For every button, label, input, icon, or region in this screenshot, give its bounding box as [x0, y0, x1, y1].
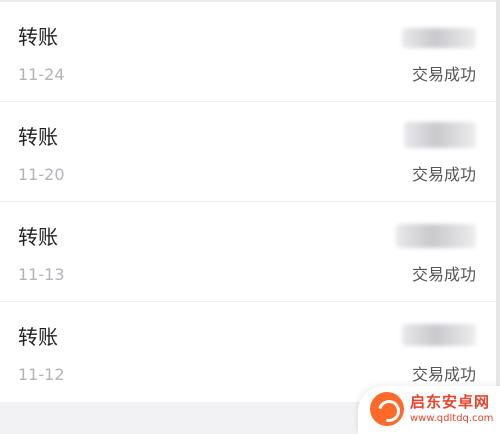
- watermark-logo-icon: [370, 392, 404, 426]
- transaction-date: 11-13: [18, 265, 65, 284]
- transaction-title: 转账: [18, 325, 58, 349]
- transaction-row[interactable]: 转账 11-24 交易成功: [0, 2, 500, 102]
- transaction-title: 转账: [18, 225, 58, 249]
- amount-blurred: [404, 122, 476, 148]
- watermark-name: 启东安卓网: [410, 393, 491, 411]
- transaction-history-page: 转账 11-24 交易成功 转账 11-20 交易成功 转账 11-13 交易成…: [0, 0, 500, 434]
- transaction-list: 转账 11-24 交易成功 转账 11-20 交易成功 转账 11-13 交易成…: [0, 0, 500, 402]
- transaction-date: 11-20: [18, 165, 65, 184]
- amount-blurred: [402, 324, 476, 346]
- transaction-title: 转账: [18, 25, 58, 49]
- amount-blurred: [396, 224, 476, 248]
- amount-blurred: [402, 28, 476, 48]
- transaction-row[interactable]: 转账 11-20 交易成功: [0, 102, 500, 202]
- transaction-date: 11-12: [18, 365, 65, 384]
- transaction-status: 交易成功: [411, 265, 476, 284]
- transaction-status: 交易成功: [411, 65, 476, 84]
- transaction-status: 交易成功: [411, 365, 476, 384]
- watermark-url: www.qdltdq.com: [410, 413, 494, 424]
- transaction-row[interactable]: 转账 11-13 交易成功: [0, 202, 500, 302]
- transaction-date: 11-24: [18, 65, 65, 84]
- scroll-edge: [496, 0, 500, 405]
- site-watermark: 启东安卓网 www.qdltdq.com: [358, 386, 500, 434]
- transaction-title: 转账: [18, 125, 58, 149]
- transaction-status: 交易成功: [411, 165, 476, 184]
